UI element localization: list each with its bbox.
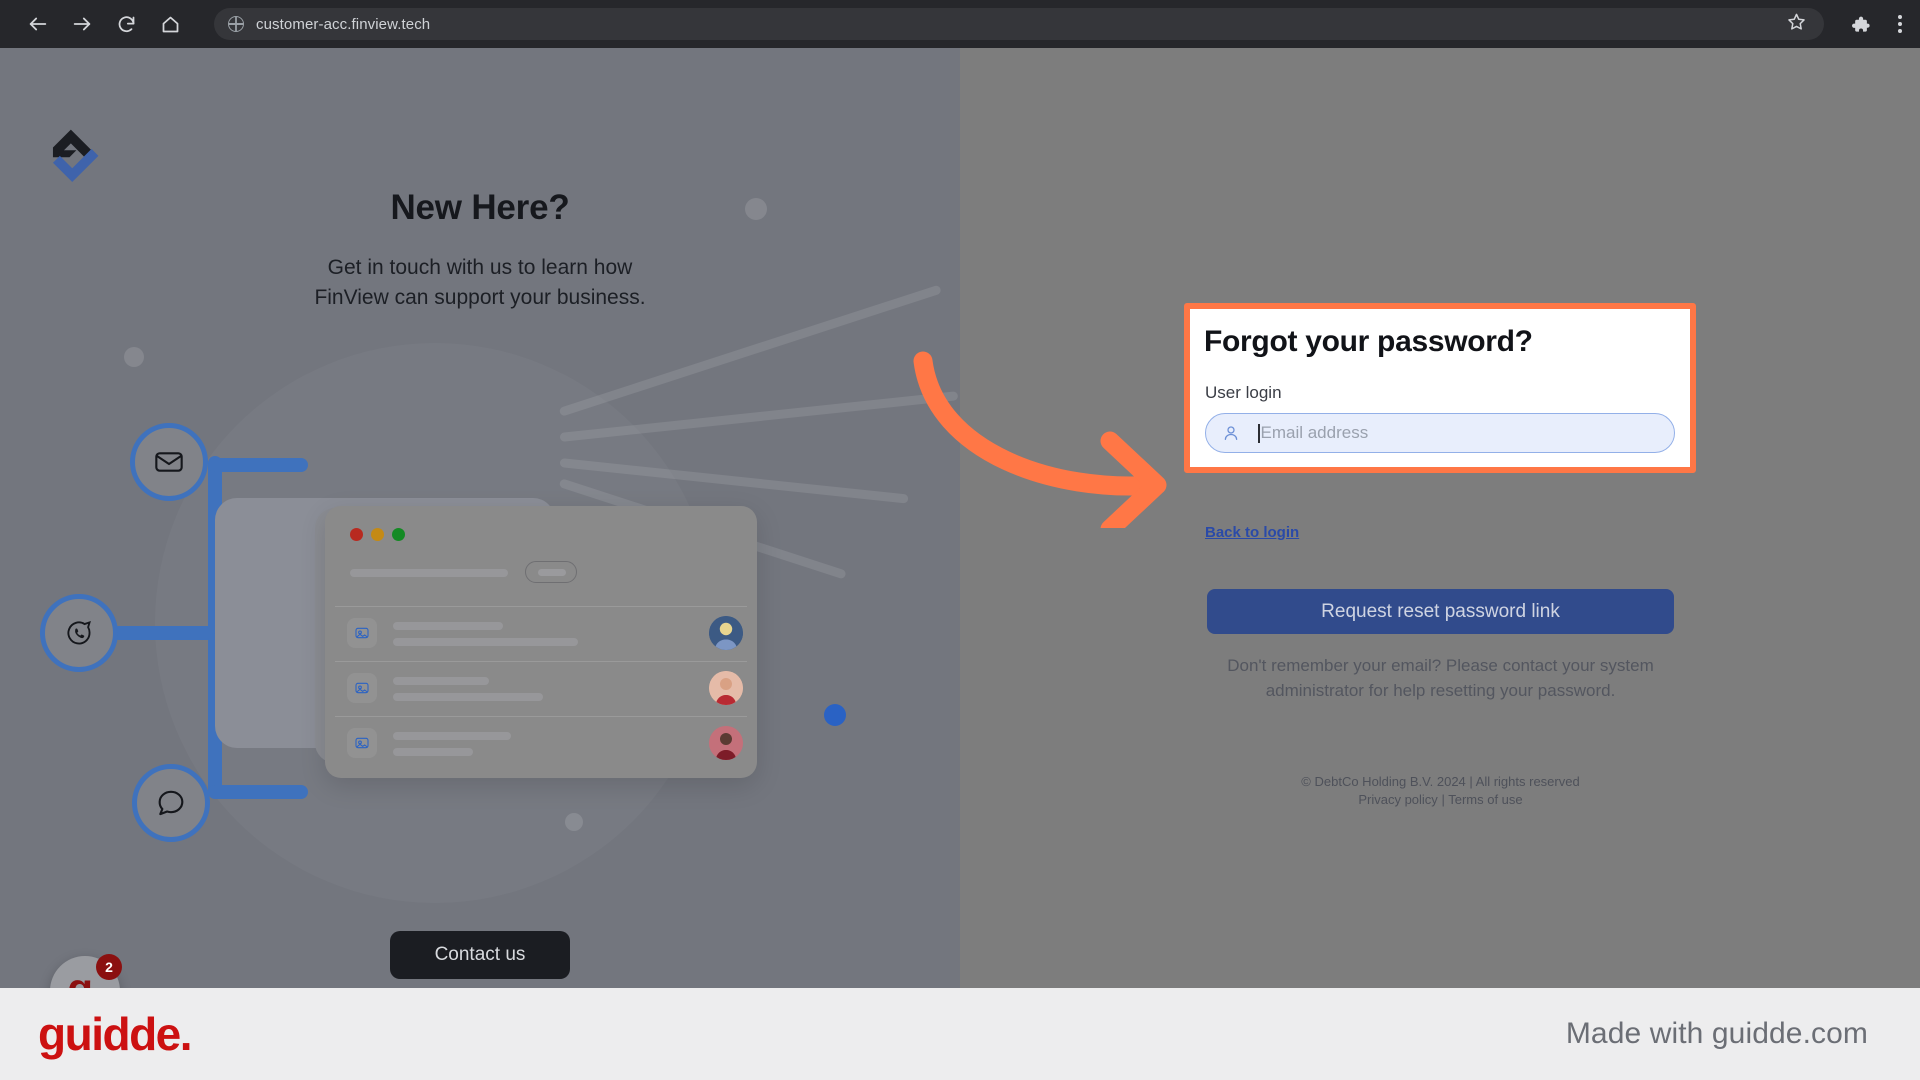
image-icon [355, 682, 369, 694]
back-button[interactable] [16, 0, 60, 48]
kebab-menu-icon [1898, 15, 1902, 33]
avatar [709, 616, 743, 650]
star-icon [1788, 13, 1805, 30]
mock-button [525, 561, 577, 583]
legal-separator: | [1441, 792, 1445, 807]
user-login-label: User login [1205, 383, 1282, 402]
guidde-footer: guidde. Made with guidde.com [0, 988, 1920, 1080]
forward-button[interactable] [60, 0, 104, 48]
chrome-right-actions [1824, 0, 1920, 48]
placeholder-bar [393, 732, 511, 740]
browser-toolbar: customer-acc.finview.tech [0, 0, 1920, 48]
avatar [709, 671, 743, 705]
finview-logo [52, 129, 99, 182]
arrow-left-icon [29, 17, 47, 31]
page-viewport: New Here? Get in touch with us to learn … [0, 48, 1920, 988]
row-divider [335, 661, 747, 662]
dashboard-illustration [130, 428, 820, 828]
copyright-line: © DebtCo Holding B.V. 2024 | All rights … [1301, 774, 1580, 789]
row-divider [335, 716, 747, 717]
reload-icon [118, 15, 134, 32]
help-text: Don't remember your email? Please contac… [1227, 656, 1654, 700]
home-button[interactable] [148, 0, 192, 48]
window-minimize-dot [371, 528, 384, 541]
avatar [709, 726, 743, 760]
placeholder-bar [393, 693, 543, 701]
form-title: Forgot your password? [1204, 325, 1533, 358]
row-icon [347, 728, 377, 758]
legal-links: Privacy policy | Terms of use [1207, 791, 1674, 809]
user-icon [1224, 426, 1238, 441]
avatar-person-2 [709, 671, 743, 705]
globe-icon [228, 16, 244, 32]
page-subtitle: Get in touch with us to learn how FinVie… [0, 253, 960, 313]
browser-menu-button[interactable] [1880, 0, 1920, 48]
orange-pointer-arrow [913, 351, 1167, 528]
email-input-placeholder: Email address [1260, 423, 1369, 442]
subtitle-line-2: FinView can support your business. [314, 286, 646, 309]
guidde-brand: guidde. [38, 1008, 193, 1060]
image-icon [355, 627, 369, 639]
page-title: New Here? [390, 188, 570, 227]
back-to-login-link[interactable]: Back to login [1205, 524, 1299, 541]
email-input-wrapper[interactable]: Email address [1205, 413, 1675, 453]
privacy-policy-link[interactable]: Privacy policy [1358, 792, 1437, 807]
placeholder-bar [393, 748, 473, 756]
avatar-person-3 [709, 726, 743, 760]
row-icon [347, 618, 377, 648]
text-cursor [1258, 423, 1260, 443]
puzzle-icon [1851, 16, 1870, 32]
placeholder-bar [350, 569, 508, 577]
window-close-dot [350, 528, 363, 541]
contact-us-button[interactable]: Contact us [390, 931, 570, 979]
address-bar-url: customer-acc.finview.tech [256, 15, 431, 33]
row-icon [347, 673, 377, 703]
marketing-panel: New Here? Get in touch with us to learn … [0, 48, 960, 988]
home-icon [162, 16, 178, 32]
row-divider [335, 606, 747, 607]
made-with-guidde-label: Made with guidde.com [1565, 1017, 1868, 1050]
subtitle-line-1: Get in touch with us to learn how [327, 256, 633, 279]
bookmark-button[interactable] [1787, 12, 1806, 36]
avatar-person-1 [709, 616, 743, 650]
mock-window [325, 506, 757, 778]
request-reset-password-button[interactable]: Request reset password link [1207, 589, 1674, 634]
reload-button[interactable] [104, 0, 148, 48]
placeholder-bar [393, 638, 578, 646]
window-maximize-dot [392, 528, 405, 541]
placeholder-bar [393, 622, 503, 630]
whatsapp-icon [67, 620, 91, 645]
guidde-widget-badge: 2 [96, 954, 122, 980]
whatsapp-node[interactable] [40, 594, 118, 672]
address-bar[interactable]: customer-acc.finview.tech [214, 8, 1824, 40]
guidde-help-widget[interactable]: g. 2 [50, 954, 122, 988]
image-icon [355, 737, 369, 749]
placeholder-bar [393, 677, 489, 685]
extensions-button[interactable] [1840, 0, 1880, 48]
decorative-dot [124, 347, 144, 367]
footer-legal: © DebtCo Holding B.V. 2024 | All rights … [1207, 773, 1674, 809]
arrow-right-icon [73, 17, 91, 31]
terms-of-use-link[interactable]: Terms of use [1448, 792, 1522, 807]
